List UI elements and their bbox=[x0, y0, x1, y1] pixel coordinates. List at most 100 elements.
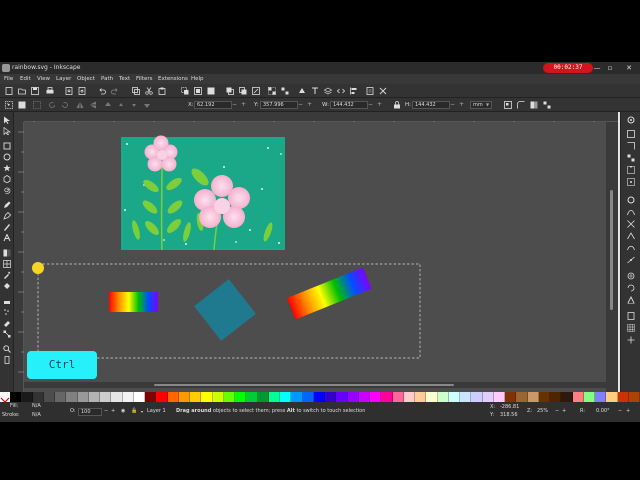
export-icon[interactable] bbox=[78, 87, 86, 95]
dropper-tool-icon[interactable] bbox=[3, 271, 11, 279]
palette-swatch[interactable] bbox=[32, 392, 44, 402]
palette-swatch[interactable] bbox=[595, 392, 607, 402]
teal-diamond[interactable] bbox=[194, 279, 256, 341]
paste-icon[interactable] bbox=[158, 87, 166, 95]
menu-layer[interactable]: Layer bbox=[56, 74, 71, 84]
palette-swatch[interactable] bbox=[381, 392, 393, 402]
palette-swatch[interactable] bbox=[370, 392, 382, 402]
snap-rotation-centers-icon[interactable] bbox=[627, 284, 635, 292]
zoom-increment-icon[interactable]: + bbox=[562, 408, 566, 415]
palette-swatch[interactable] bbox=[617, 392, 629, 402]
select-all-icon[interactable] bbox=[5, 101, 13, 109]
lower-icon[interactable] bbox=[130, 101, 138, 109]
gradient-tool-icon[interactable] bbox=[3, 249, 11, 257]
palette-swatch[interactable] bbox=[280, 392, 292, 402]
palette-swatch[interactable] bbox=[606, 392, 618, 402]
calligraphy-tool-icon[interactable] bbox=[3, 223, 11, 231]
height-increment-icon[interactable]: + bbox=[459, 98, 464, 112]
x-increment-icon[interactable]: + bbox=[241, 98, 246, 112]
pen-tool-icon[interactable] bbox=[3, 212, 11, 220]
snap-cusp-nodes-icon[interactable] bbox=[627, 232, 635, 240]
palette-swatch[interactable] bbox=[100, 392, 112, 402]
spiral-tool-icon[interactable] bbox=[3, 186, 11, 194]
connector-tool-icon[interactable] bbox=[3, 330, 11, 338]
rainbow-rectangle[interactable] bbox=[109, 292, 158, 312]
snap-grids-icon[interactable] bbox=[627, 324, 635, 332]
palette-swatch[interactable] bbox=[347, 392, 359, 402]
fill-value[interactable]: N/A bbox=[32, 403, 41, 410]
palette-swatch[interactable] bbox=[448, 392, 460, 402]
palette-swatch[interactable] bbox=[572, 392, 584, 402]
palette-swatch[interactable] bbox=[291, 392, 303, 402]
no-paint-swatch[interactable] bbox=[0, 392, 10, 407]
document-properties-icon[interactable] bbox=[366, 87, 374, 95]
palette-swatch[interactable] bbox=[111, 392, 123, 402]
mesh-tool-icon[interactable] bbox=[3, 260, 11, 268]
snap-bbox-icon[interactable] bbox=[627, 130, 635, 138]
selector-tool-icon[interactable] bbox=[3, 116, 11, 124]
snap-page-border-icon[interactable] bbox=[627, 312, 635, 320]
open-icon[interactable] bbox=[18, 87, 26, 95]
clone-icon[interactable] bbox=[239, 87, 247, 95]
palette-swatch[interactable] bbox=[190, 392, 202, 402]
palette-swatch[interactable] bbox=[325, 392, 337, 402]
menu-object[interactable]: Object bbox=[77, 74, 95, 84]
vertical-scrollbar[interactable] bbox=[606, 122, 618, 392]
palette-swatch[interactable] bbox=[471, 392, 483, 402]
palette-swatch[interactable] bbox=[527, 392, 539, 402]
close-icon[interactable]: ✕ bbox=[622, 62, 636, 74]
y-decrement-icon[interactable]: − bbox=[298, 98, 303, 112]
flip-horizontal-icon[interactable] bbox=[76, 101, 84, 109]
scale-stroke-icon[interactable] bbox=[504, 101, 512, 109]
palette-swatch[interactable] bbox=[268, 392, 280, 402]
current-layer-select[interactable]: Layer 1 bbox=[147, 408, 166, 415]
y-increment-icon[interactable]: + bbox=[307, 98, 312, 112]
drawing-canvas[interactable] bbox=[24, 122, 606, 392]
palette-swatch[interactable] bbox=[313, 392, 325, 402]
xml-editor-icon[interactable] bbox=[337, 87, 345, 95]
menu-filters[interactable]: Filters bbox=[136, 74, 153, 84]
ungroup-icon[interactable] bbox=[281, 87, 289, 95]
snap-bbox-midpoints-icon[interactable] bbox=[627, 166, 635, 174]
horizontal-scroll-thumb[interactable] bbox=[154, 384, 454, 386]
opacity-increment-icon[interactable]: + bbox=[111, 408, 115, 415]
palette-swatch[interactable] bbox=[77, 392, 89, 402]
palette-swatch[interactable] bbox=[167, 392, 179, 402]
menu-file[interactable]: File bbox=[4, 74, 13, 84]
snap-text-baseline-icon[interactable] bbox=[627, 296, 635, 304]
print-icon[interactable] bbox=[46, 87, 54, 95]
height-decrement-icon[interactable]: − bbox=[450, 98, 455, 112]
palette-swatch[interactable] bbox=[460, 392, 472, 402]
palette-swatch[interactable] bbox=[246, 392, 258, 402]
x-decrement-icon[interactable]: − bbox=[232, 98, 237, 112]
scale-corners-icon[interactable] bbox=[517, 101, 525, 109]
palette-swatch[interactable] bbox=[145, 392, 157, 402]
node-tool-icon[interactable] bbox=[3, 127, 11, 135]
zoom-drawing-icon[interactable] bbox=[194, 87, 202, 95]
palette-swatch[interactable] bbox=[516, 392, 528, 402]
ellipse-tool-icon[interactable] bbox=[3, 153, 11, 161]
width-increment-icon[interactable]: + bbox=[377, 98, 382, 112]
palette-swatch[interactable] bbox=[122, 392, 134, 402]
y-input[interactable]: 357.996 bbox=[260, 101, 298, 109]
paint-bucket-tool-icon[interactable] bbox=[3, 282, 11, 290]
snap-object-centers-icon[interactable] bbox=[627, 272, 635, 280]
zoom-tool-icon[interactable] bbox=[3, 345, 11, 353]
menu-help[interactable]: Help bbox=[191, 74, 204, 84]
text-tool-icon[interactable] bbox=[3, 234, 11, 242]
menu-path[interactable]: Path bbox=[101, 74, 113, 84]
palette-swatch[interactable] bbox=[235, 392, 247, 402]
new-document-icon[interactable] bbox=[5, 87, 13, 95]
palette-swatch[interactable] bbox=[88, 392, 100, 402]
raise-icon[interactable] bbox=[117, 101, 125, 109]
measure-tool-icon[interactable] bbox=[3, 356, 11, 364]
lock-ratio-icon[interactable] bbox=[393, 101, 401, 109]
horizontal-scrollbar[interactable] bbox=[24, 382, 606, 388]
palette-swatch[interactable] bbox=[415, 392, 427, 402]
palette-swatch[interactable] bbox=[403, 392, 415, 402]
layer-chevron-icon[interactable]: ▾ bbox=[141, 408, 143, 415]
lock-icon[interactable]: 🔓 bbox=[131, 408, 137, 415]
import-icon[interactable] bbox=[65, 87, 73, 95]
palette-swatch[interactable] bbox=[392, 392, 404, 402]
fill-stroke-icon[interactable] bbox=[298, 87, 306, 95]
